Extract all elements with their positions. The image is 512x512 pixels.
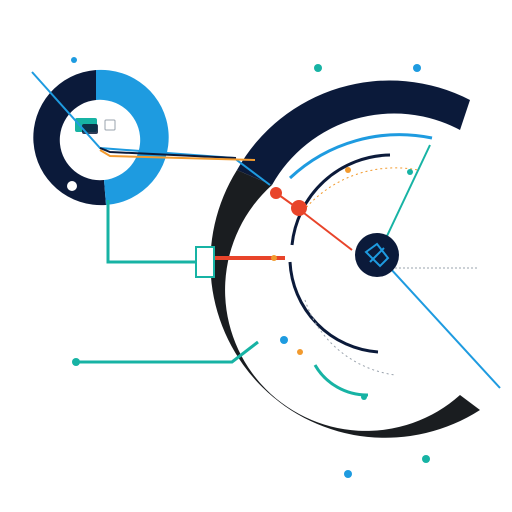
- marker-orange-arc: [271, 255, 277, 261]
- marker-orange-lower: [297, 349, 303, 355]
- marker-teal-mid: [72, 358, 80, 366]
- c-arc-black: [210, 170, 480, 438]
- donut-segment-blue: [96, 69, 169, 206]
- marker-blue-lower: [280, 336, 288, 344]
- legend-item-2: [413, 64, 425, 72]
- small-donut: [33, 69, 169, 206]
- connector-blue-long: [377, 254, 501, 389]
- legend-dot-teal: [314, 64, 322, 72]
- marker-blue-small: [71, 57, 77, 63]
- connector-red-upper: [271, 189, 353, 251]
- inner-arc-navy: [290, 153, 391, 246]
- diagram-canvas: [31, 57, 501, 438]
- donut-marker: [67, 181, 77, 191]
- inner-arc-navy-lower: [288, 261, 379, 354]
- legend-dot-blue: [344, 470, 352, 478]
- inner-arc-dotted-lower: [304, 299, 396, 376]
- legend-item-4: [422, 455, 434, 463]
- c-arc-navy: [237, 80, 470, 185]
- legend-item-1: [314, 64, 326, 72]
- red-node-small: [270, 187, 282, 199]
- connector-teal-left: [106, 200, 200, 264]
- legend-item-3: [344, 470, 356, 478]
- legend-dot-teal: [422, 455, 430, 463]
- connector-teal-bottom: [76, 340, 259, 364]
- inner-arc-teal: [313, 364, 369, 397]
- marker-teal-small: [407, 169, 413, 175]
- legend-dot-blue: [413, 64, 421, 72]
- red-node: [291, 200, 307, 216]
- marker-orange-small: [345, 167, 351, 173]
- toggle-node-icon: [195, 246, 215, 278]
- marker-teal-lower: [361, 394, 367, 400]
